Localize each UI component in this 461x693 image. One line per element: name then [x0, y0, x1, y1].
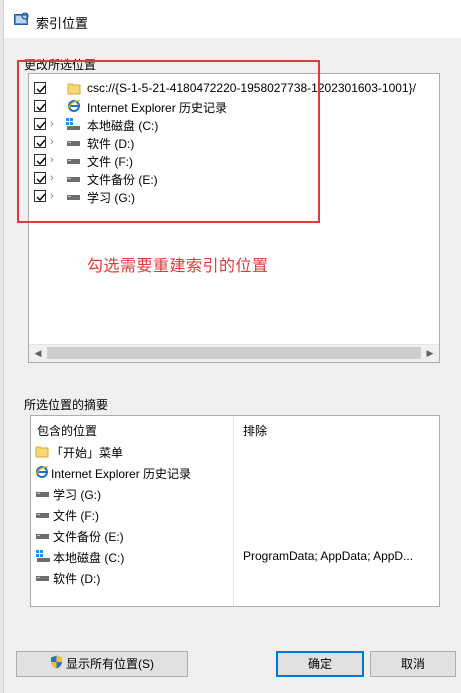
summary-table: 包含的位置 排除 「开始」菜单 Internet Explorer 历史记录 学… [30, 415, 440, 607]
search-index-icon [14, 12, 30, 26]
summary-row-label: 文件 (F:) [53, 509, 99, 523]
indexed-locations-dialog: 索引位置 更改所选位置 csc://{S-1-5-21-4180472220-1… [0, 0, 461, 693]
folder-icon [35, 444, 49, 461]
summary-row-excluded: ProgramData; AppData; AppD... [243, 549, 414, 563]
summary-row-label: 「开始」菜单 [51, 446, 124, 460]
column-divider [233, 416, 234, 606]
drive-icon [35, 507, 51, 524]
drive-icon [35, 528, 51, 545]
summary-group-label: 所选位置的摘要 [24, 398, 109, 412]
drive-icon [35, 570, 51, 587]
summary-row-label: Internet Explorer 历史记录 [51, 467, 192, 481]
background-window-edge [0, 0, 4, 693]
title-bar[interactable]: 索引位置 [4, 0, 461, 38]
cancel-button[interactable]: 取消 [370, 651, 456, 677]
summary-row: 本地磁盘 (C:) ProgramData; AppData; AppD... [35, 548, 439, 566]
shield-icon [50, 653, 63, 677]
summary-row-label: 学习 (G:) [53, 488, 101, 502]
summary-row-label: 本地磁盘 (C:) [53, 551, 125, 565]
summary-row-label: 文件备份 (E:) [53, 530, 124, 544]
column-header-included: 包含的位置 [37, 424, 98, 438]
window-title: 索引位置 [36, 16, 89, 31]
annotation-highlight-box [17, 60, 320, 223]
show-all-locations-button[interactable]: 显示所有位置(S) [16, 651, 188, 677]
scroll-left-icon[interactable]: ◀ [31, 347, 45, 359]
scrollbar-thumb[interactable] [47, 347, 421, 359]
summary-row-label: 软件 (D:) [53, 572, 101, 586]
column-header-excluded: 排除 [243, 424, 268, 438]
drive-icon [35, 486, 51, 503]
system-drive-icon [35, 549, 51, 566]
scroll-right-icon[interactable]: ▶ [423, 347, 437, 359]
show-all-locations-label: 显示所有位置(S) [66, 657, 154, 671]
annotation-text: 勾选需要重建索引的位置 [87, 258, 269, 275]
ie-icon [35, 465, 49, 482]
horizontal-scrollbar[interactable]: ◀ ▶ [29, 344, 439, 362]
ok-button[interactable]: 确定 [276, 651, 364, 677]
